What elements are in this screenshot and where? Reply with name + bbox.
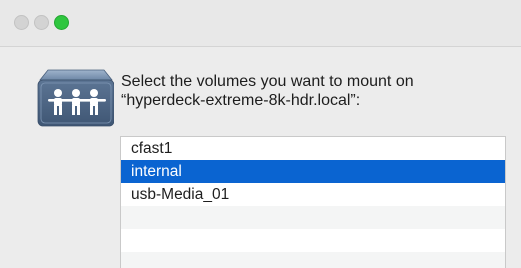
volume-item-internal[interactable]: internal [121,160,505,183]
network-share-users-icon [34,66,115,136]
volume-item-cfast1[interactable]: cfast1 [121,137,505,160]
prompt-line-2: “hyperdeck-extreme-8k-hdr.local”: [121,92,361,109]
volume-item-usb-media-01[interactable]: usb-Media_01 [121,183,505,206]
empty-list-row [121,206,505,229]
empty-list-row [121,252,505,268]
volumes-list[interactable]: cfast1 internal usb-Media_01 [120,136,506,268]
prompt-line-1: Select the volumes you want to mount on [121,73,414,90]
title-bar [0,0,521,47]
close-button[interactable] [14,15,29,30]
empty-list-row [121,229,505,252]
mount-volumes-dialog: Select the volumes you want to mount on … [0,0,521,268]
mount-prompt: Select the volumes you want to mount on … [121,72,501,110]
zoom-button[interactable] [54,15,69,30]
minimize-button[interactable] [34,15,49,30]
